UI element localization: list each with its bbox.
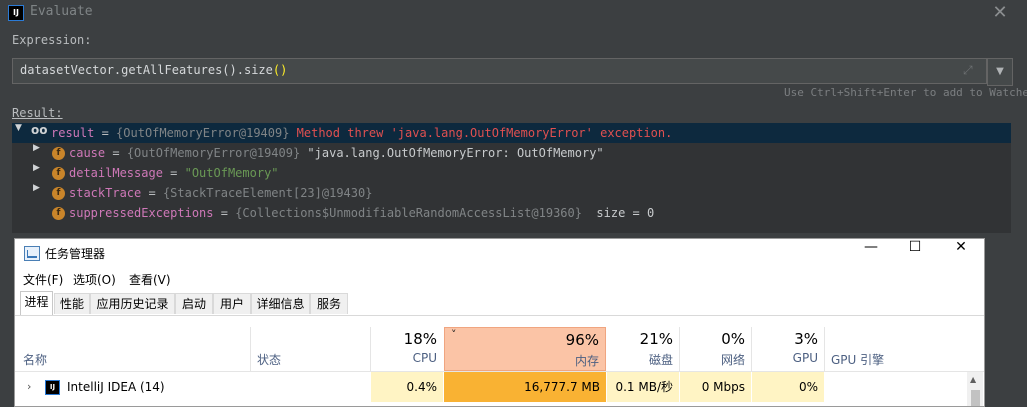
expand-chevron-icon[interactable]: ›: [27, 380, 31, 393]
process-name: IntelliJ IDEA (14): [67, 380, 165, 394]
field-text: suppressedExceptions = {Collections$Unmo…: [69, 206, 655, 220]
expand-arrow-icon[interactable]: ▶: [33, 183, 40, 193]
tab-users[interactable]: 用户: [213, 293, 251, 314]
close-icon[interactable]: ✕: [990, 4, 1010, 22]
field-text: detailMessage = "OutOfMemory": [69, 166, 279, 180]
close-icon[interactable]: ✕: [938, 239, 984, 267]
menu-file[interactable]: 文件(F): [23, 271, 63, 288]
dialog-titlebar: IJ Evaluate ✕: [0, 0, 1027, 26]
tree-row-result[interactable]: ▼ oo result = {OutOfMemoryError@19409} M…: [12, 123, 1011, 143]
result-text: result = {OutOfMemoryError@19409} Method…: [51, 126, 673, 140]
vertical-scrollbar[interactable]: ▲: [967, 372, 983, 406]
maximize-icon[interactable]: ☐: [892, 239, 938, 267]
expand-editor-icon[interactable]: ⤢: [963, 63, 973, 78]
column-header-memory[interactable]: ˅ 96% 内存: [444, 327, 606, 371]
dialog-right-edge: [1013, 98, 1027, 405]
column-header-network[interactable]: 0% 网络: [680, 327, 751, 371]
column-header-cpu[interactable]: 18% CPU: [371, 327, 443, 371]
tab-startup[interactable]: 启动: [175, 293, 213, 314]
process-cpu: 0.4%: [371, 372, 443, 402]
expression-text[interactable]: datasetVector.getAllFeatures().size(): [20, 63, 287, 77]
result-label: Result:: [12, 106, 63, 120]
task-manager-title: 任务管理器: [45, 247, 106, 261]
process-network: 0 Mbps: [680, 372, 751, 402]
column-header-status[interactable]: 状态: [257, 351, 281, 368]
collapse-arrow-icon[interactable]: ▼: [15, 123, 22, 133]
task-manager-window: 任务管理器 — ☐ ✕ 文件(F) 选项(O) 查看(V) 进程 性能 应用历史…: [14, 238, 985, 407]
tab-divider: [15, 315, 984, 316]
column-header-name[interactable]: 名称: [23, 351, 47, 368]
result-tree: ▼ oo result = {OutOfMemoryError@19409} M…: [12, 123, 1011, 233]
table-row[interactable]: › IJ IntelliJ IDEA (14) 0.4% 16,777.7 MB…: [15, 372, 965, 402]
tree-row-detailmessage[interactable]: ▶ f detailMessage = "OutOfMemory": [12, 163, 1011, 183]
process-gpu: 0%: [752, 372, 824, 402]
field-icon: f: [52, 147, 65, 160]
menu-view[interactable]: 查看(V): [129, 271, 171, 288]
scroll-up-icon[interactable]: ▲: [970, 375, 976, 384]
tab-performance[interactable]: 性能: [54, 293, 90, 314]
column-divider[interactable]: [824, 327, 825, 371]
field-text: cause = {OutOfMemoryError@19409} "java.l…: [69, 146, 604, 160]
tree-row-suppressedexceptions[interactable]: f suppressedExceptions = {Collections$Un…: [12, 203, 1011, 223]
dialog-title: Evaluate: [30, 4, 93, 19]
intellij-logo-icon: IJ: [8, 5, 24, 21]
watch-glasses-icon: oo: [31, 123, 48, 137]
scrollbar-thumb[interactable]: [971, 390, 980, 406]
expression-input[interactable]: datasetVector.getAllFeatures().size() ⤢: [12, 58, 987, 84]
tab-app-history[interactable]: 应用历史记录: [90, 293, 175, 314]
tab-services[interactable]: 服务: [310, 293, 348, 314]
menu-options[interactable]: 选项(O): [73, 271, 116, 288]
column-header-gpu[interactable]: 3% GPU: [752, 327, 824, 371]
process-disk: 0.1 MB/秒: [607, 372, 679, 402]
sort-chevron-icon: ˅: [451, 328, 457, 341]
column-header-gpu-engine[interactable]: GPU 引擎: [831, 351, 884, 368]
field-icon: f: [52, 167, 65, 180]
minimize-icon[interactable]: —: [848, 239, 894, 267]
task-manager-titlebar: 任务管理器 — ☐ ✕: [15, 239, 984, 267]
expand-arrow-icon[interactable]: ▶: [33, 143, 40, 153]
column-divider[interactable]: [250, 327, 251, 371]
tree-row-cause[interactable]: ▶ f cause = {OutOfMemoryError@19409} "ja…: [12, 143, 1011, 163]
tab-details[interactable]: 详细信息: [251, 293, 310, 314]
expression-label: Expression:: [12, 33, 92, 47]
field-icon: f: [52, 207, 65, 220]
tree-row-stacktrace[interactable]: ▶ f stackTrace = {StackTraceElement[23]@…: [12, 183, 1011, 203]
process-table-header: 名称 状态 18% CPU ˅ 96% 内存 21% 磁盘 0% 网络 3% G…: [15, 327, 984, 372]
column-header-disk[interactable]: 21% 磁盘: [607, 327, 679, 371]
watches-hint: Use Ctrl+Shift+Enter to add to Watches: [784, 86, 1027, 99]
task-manager-icon: [24, 246, 40, 261]
field-icon: f: [52, 187, 65, 200]
field-text: stackTrace = {StackTraceElement[23]@1943…: [69, 186, 373, 200]
tab-processes[interactable]: 进程: [20, 291, 53, 316]
expression-history-dropdown[interactable]: ▼: [987, 58, 1013, 86]
expand-arrow-icon[interactable]: ▶: [33, 163, 40, 173]
process-memory: 16,777.7 MB: [444, 372, 606, 402]
intellij-app-icon: IJ: [45, 380, 60, 395]
